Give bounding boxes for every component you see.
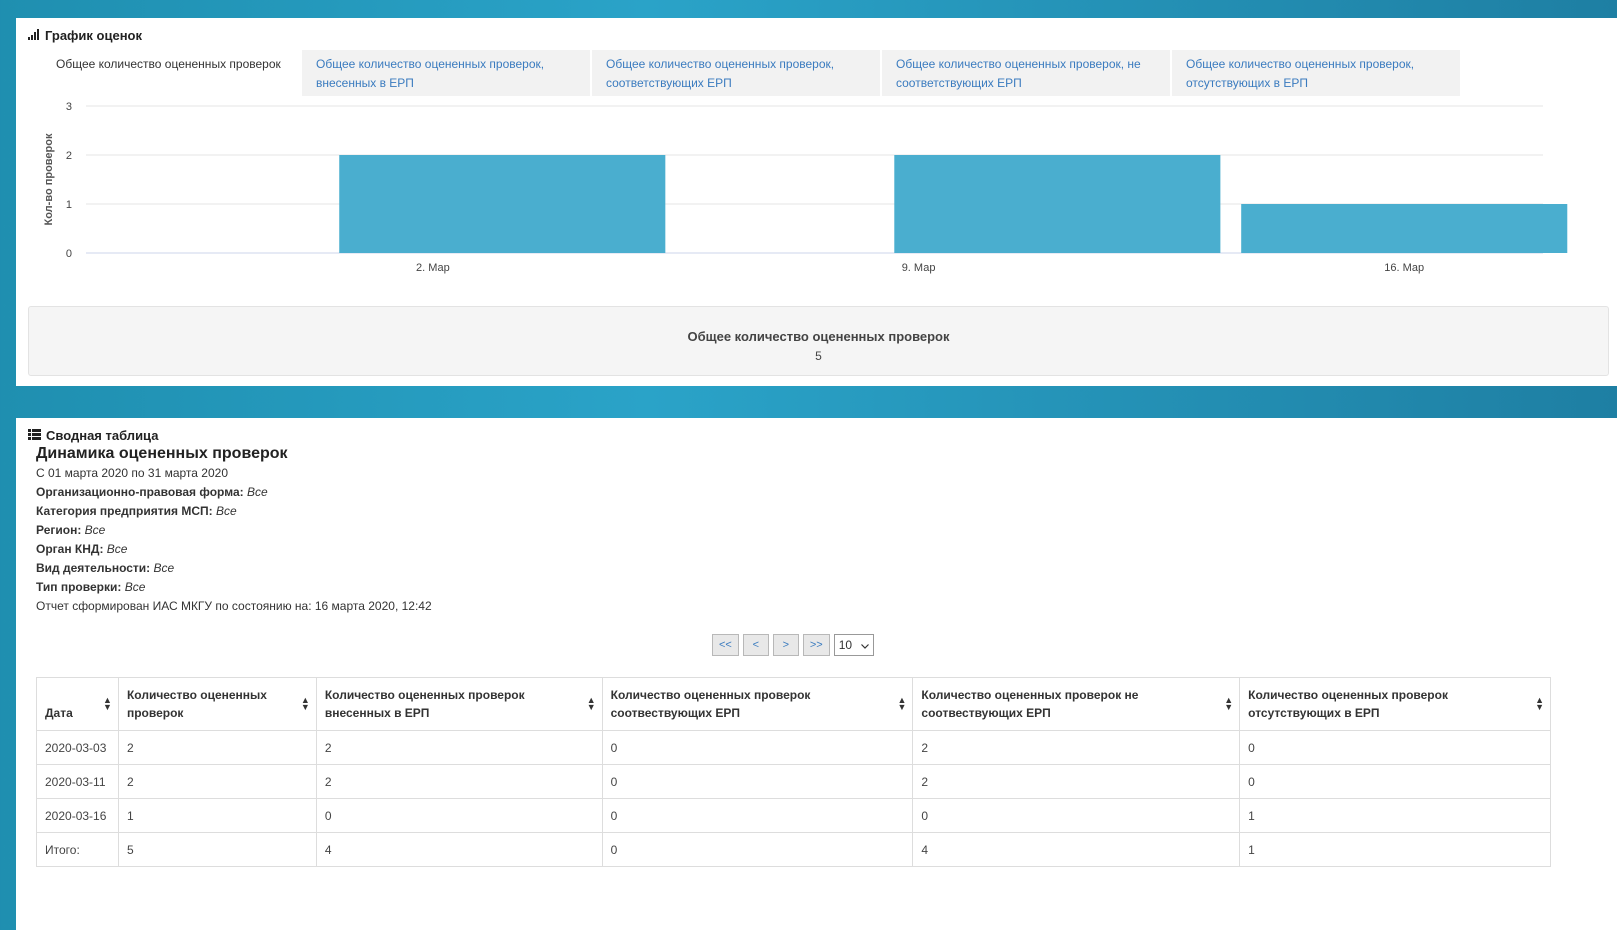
x-tick-label: 16. Мар	[1384, 262, 1424, 274]
table-cell: 2	[912, 764, 1241, 799]
pager-first-button[interactable]: <<	[712, 634, 739, 656]
table-cell: 0	[601, 730, 914, 765]
bar	[339, 155, 666, 253]
report-info: Динамика оцененных проверок С 01 марта 2…	[36, 444, 432, 616]
table-cell: 2	[117, 764, 317, 799]
summary-box: Общее количество оцененных проверок 5	[28, 306, 1609, 376]
filter-region: Регион: Все	[36, 523, 106, 537]
table-cell: 0	[601, 832, 914, 867]
table-cell: 2020-03-03	[36, 730, 119, 765]
filter-activity: Вид деятельности: Все	[36, 561, 175, 575]
pager-last-button[interactable]: >>	[802, 634, 830, 656]
table-header-row: Дата ▲ ▼ Количество оцененных проверок ▲ ▼ К…	[36, 677, 1551, 731]
table-row: 2020-03-11 2 2 0 2 0	[36, 764, 1551, 799]
table-cell: 0	[601, 764, 914, 799]
table-cell: 2020-03-16	[36, 798, 119, 833]
column-header-not-matching-erp[interactable]: Количество оцененных проверок не соотвес…	[912, 677, 1241, 731]
x-tick-label: 2. Мар	[416, 262, 450, 274]
table-cell: 0	[1239, 764, 1551, 799]
x-tick-label: 9. Мар	[902, 262, 936, 274]
table-panel-header: Сводная таблица	[28, 428, 158, 443]
chevron-down-icon	[860, 638, 869, 652]
column-header-missing-erp[interactable]: Количество оцененных проверок отсутствую…	[1239, 677, 1551, 731]
summary-table: Дата ▲ ▼ Количество оцененных проверок ▲ ▼ К…	[36, 677, 1551, 867]
table-cell: 2	[315, 764, 603, 799]
table-cell: 1	[1239, 798, 1551, 833]
table-row: 2020-03-16 1 0 0 0 1	[36, 798, 1551, 833]
page-size-select[interactable]: 10	[833, 634, 874, 656]
column-header-date[interactable]: Дата ▲ ▼	[36, 677, 119, 731]
sort-icon: ▲ ▼	[586, 695, 596, 712]
chart-panel: График оценок Общее количество оцененных…	[16, 18, 1617, 386]
y-tick-label: 1	[66, 199, 72, 211]
table-cell: 0	[315, 798, 603, 833]
pager-next-button[interactable]: >	[772, 634, 799, 656]
table-panel: Сводная таблица Динамика оцененных прове…	[16, 418, 1617, 930]
table-cell: 4	[912, 832, 1241, 867]
table-total-row: Итого: 5 4 0 4 1	[36, 832, 1551, 867]
column-header-total[interactable]: Количество оцененных проверок ▲ ▼	[117, 677, 317, 731]
report-title: Динамика оцененных проверок	[36, 445, 288, 462]
table-cell: 2	[117, 730, 317, 765]
bar-chart: 0 1 2 3 Кол-во проверок 2. Мар 9. Мар 16. Мар	[43, 101, 1568, 274]
table-cell: 1	[1239, 832, 1551, 867]
page-size-value: 10	[838, 638, 853, 652]
pager: << < > >> 10	[712, 634, 874, 656]
list-icon	[28, 428, 41, 443]
y-tick-label: 3	[66, 101, 72, 113]
filter-knd-body: Орган КНД: Все	[36, 542, 128, 556]
column-header-entered-erp[interactable]: Количество оцененных проверок внесенных …	[315, 677, 603, 731]
sort-icon: ▲ ▼	[1224, 695, 1234, 712]
summary-title: Общее количество оцененных проверок	[687, 329, 950, 344]
column-header-matching-erp[interactable]: Количество оцененных проверок соотвеству…	[601, 677, 914, 731]
table-row: 2020-03-03 2 2 0 2 0	[36, 730, 1551, 765]
report-period: С 01 марта 2020 по 31 марта 2020	[36, 466, 228, 480]
filter-check-type: Тип проверки: Все	[36, 580, 146, 594]
table-cell: 2020-03-11	[36, 764, 119, 799]
table-cell: 4	[315, 832, 603, 867]
filter-legal-form: Организационно-правовая форма: Все	[36, 485, 268, 499]
pager-prev-button[interactable]: <	[742, 634, 769, 656]
table-cell: 5	[117, 832, 317, 867]
table-cell: 1	[117, 798, 317, 833]
y-tick-label: 0	[66, 248, 72, 260]
table-cell: 0	[1239, 730, 1551, 765]
table-cell: 0	[912, 798, 1241, 833]
sort-icon: ▲ ▼	[897, 695, 907, 712]
filter-sme-category: Категория предприятия МСП: Все	[36, 504, 237, 518]
bar	[1241, 204, 1568, 253]
table-cell: 2	[315, 730, 603, 765]
y-axis-title: Кол-во проверок	[43, 133, 55, 225]
sort-icon: ▲ ▼	[300, 695, 310, 712]
sort-icon: ▲ ▼	[1535, 695, 1544, 712]
y-tick-label: 2	[66, 150, 72, 162]
bar	[894, 155, 1221, 253]
table-cell: 2	[912, 730, 1241, 765]
table-panel-title: Сводная таблица	[46, 428, 159, 443]
report-generated: Отчет сформирован ИАС МКГУ по состоянию …	[36, 599, 432, 613]
table-cell: Итого:	[36, 832, 119, 867]
summary-value: 5	[815, 349, 822, 363]
table-cell: 0	[601, 798, 914, 833]
sort-icon: ▲ ▼	[103, 695, 112, 712]
